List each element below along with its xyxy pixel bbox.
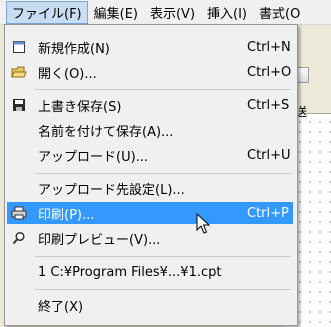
printer-icon xyxy=(11,205,27,221)
menu-item-label: 開く(O)... xyxy=(38,66,97,82)
menu-item-label: 名前を付けて保存(A)... xyxy=(38,124,174,140)
menu-view[interactable]: 表示(V) xyxy=(144,0,201,24)
menu-item-label: 印刷プレビュー(V)... xyxy=(38,232,161,248)
floppy-disk-icon xyxy=(11,97,27,113)
menu-item-label: 1 C:¥Program Files¥...¥1.cpt xyxy=(38,264,222,280)
screen: 送 ファイル(F) 編集(E) 表示(V) 挿入(I) 書式(O 新規作成(N)… xyxy=(0,0,331,327)
menu-item-label: アップロード先設定(L)... xyxy=(38,182,185,198)
menu-item-label: 新規作成(N) xyxy=(38,41,110,57)
menu-bar: ファイル(F) 編集(E) 表示(V) 挿入(I) 書式(O xyxy=(0,0,331,25)
menu-item-shortcut: Ctrl+P xyxy=(247,205,289,221)
menu-item-print-preview[interactable]: 印刷プレビュー(V)... xyxy=(7,227,293,249)
menu-separator xyxy=(35,256,291,257)
menu-item-label: 終了(X) xyxy=(38,299,84,315)
menu-item-label: アップロード(U)... xyxy=(38,149,149,165)
new-document-icon xyxy=(11,39,27,55)
menu-item-save-as[interactable]: 名前を付けて保存(A)... xyxy=(7,119,293,141)
menu-file[interactable]: ファイル(F) xyxy=(6,1,88,24)
menu-item-new[interactable]: 新規作成(N) Ctrl+N xyxy=(7,36,293,58)
menu-item-shortcut: Ctrl+S xyxy=(247,97,290,113)
magnifier-icon xyxy=(11,230,27,246)
menu-format[interactable]: 書式(O xyxy=(253,0,306,24)
menu-item-shortcut: Ctrl+N xyxy=(247,39,291,55)
menu-item-exit[interactable]: 終了(X) xyxy=(7,294,293,316)
menu-item-label: 上書き保存(S) xyxy=(38,99,122,115)
menu-item-print[interactable]: 印刷(P)... Ctrl+P xyxy=(7,202,293,224)
menu-separator xyxy=(35,89,291,90)
menu-insert[interactable]: 挿入(I) xyxy=(201,0,253,24)
menu-item-open[interactable]: 開く(O)... Ctrl+O xyxy=(7,61,293,83)
mouse-cursor-icon xyxy=(196,213,210,234)
menu-item-shortcut: Ctrl+O xyxy=(247,64,292,80)
menu-item-shortcut: Ctrl+U xyxy=(247,147,291,163)
menu-separator xyxy=(35,173,291,174)
menu-item-label: 印刷(P)... xyxy=(38,207,95,223)
folder-open-icon xyxy=(11,64,27,80)
file-menu-dropdown: 新規作成(N) Ctrl+N 開く(O)... Ctrl+O 上書き保存(S) … xyxy=(4,24,298,326)
menu-item-save[interactable]: 上書き保存(S) Ctrl+S xyxy=(7,94,293,116)
menu-separator xyxy=(35,289,291,290)
menu-item-upload[interactable]: アップロード(U)... Ctrl+U xyxy=(7,144,293,166)
menu-item-upload-settings[interactable]: アップロード先設定(L)... xyxy=(7,177,293,199)
menu-item-recent-file-1[interactable]: 1 C:¥Program Files¥...¥1.cpt xyxy=(7,261,293,283)
menu-edit[interactable]: 編集(E) xyxy=(88,0,144,24)
